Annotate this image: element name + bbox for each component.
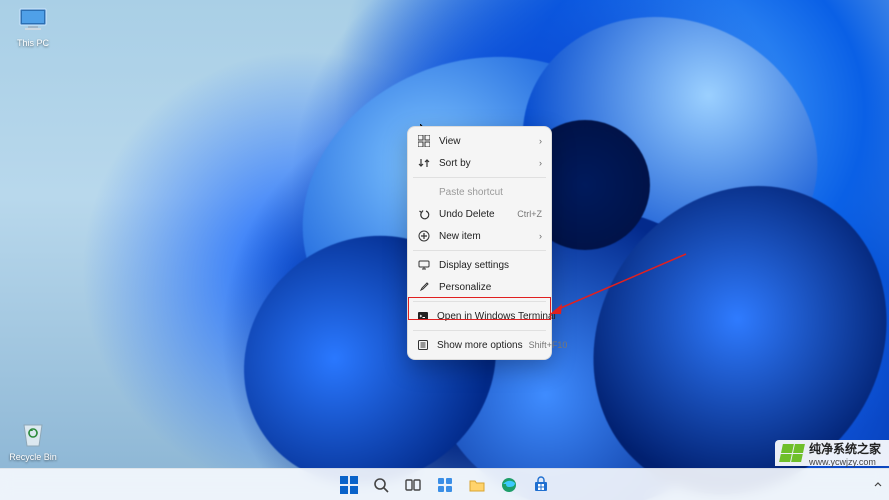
menu-label: View — [439, 136, 533, 147]
grid-icon — [417, 134, 431, 148]
chevron-right-icon: › — [539, 136, 542, 146]
task-view-button[interactable] — [399, 471, 427, 499]
menu-separator — [413, 330, 546, 331]
pc-icon — [17, 4, 49, 36]
chevron-right-icon: › — [539, 231, 542, 241]
menu-item-sort-by[interactable]: Sort by › — [411, 152, 548, 174]
menu-separator — [413, 250, 546, 251]
paste-icon — [417, 185, 431, 199]
edge-icon — [500, 476, 518, 494]
menu-label: Paste shortcut — [439, 187, 542, 198]
widgets-button[interactable] — [431, 471, 459, 499]
start-button[interactable] — [335, 471, 363, 499]
search-button[interactable] — [367, 471, 395, 499]
edge-button[interactable] — [495, 471, 523, 499]
desktop-icon-label: Recycle Bin — [4, 452, 62, 462]
taskbar-center — [335, 469, 555, 500]
plus-icon — [417, 229, 431, 243]
menu-label: New item — [439, 231, 533, 242]
menu-item-view[interactable]: View › — [411, 130, 548, 152]
task-view-icon — [404, 476, 422, 494]
watermark-text: 纯净系统之家 — [809, 440, 881, 457]
menu-accelerator: Ctrl+Z — [517, 209, 542, 219]
menu-separator — [413, 301, 546, 302]
menu-label: Open in Windows Terminal — [437, 311, 556, 322]
menu-label: Undo Delete — [439, 209, 511, 220]
watermark-url: www.ycwjzy.com — [809, 457, 881, 467]
display-icon — [417, 258, 431, 272]
folder-icon — [468, 476, 486, 494]
menu-label: Display settings — [439, 260, 542, 271]
taskbar — [0, 468, 889, 500]
menu-label: Show more options — [437, 340, 523, 351]
recycle-bin-icon — [17, 418, 49, 450]
widgets-icon — [436, 476, 454, 494]
desktop-context-menu: View › Sort by › Paste shortcut Undo Del… — [407, 126, 552, 360]
menu-item-undo-delete[interactable]: Undo Delete Ctrl+Z — [411, 203, 548, 225]
menu-label: Sort by — [439, 158, 533, 169]
desktop-icon-recycle-bin[interactable]: Recycle Bin — [4, 418, 62, 462]
undo-icon — [417, 207, 431, 221]
taskbar-system-tray[interactable] — [873, 469, 883, 500]
store-button[interactable] — [527, 471, 555, 499]
more-icon — [417, 338, 429, 352]
watermark-logo-icon — [779, 444, 805, 462]
desktop-icon-this-pc[interactable]: This PC — [4, 4, 62, 48]
tray-chevron-icon[interactable] — [873, 480, 883, 490]
menu-item-show-more-options[interactable]: Show more options Shift+F10 — [411, 334, 548, 356]
menu-accelerator: Shift+F10 — [529, 340, 568, 350]
brush-icon — [417, 280, 431, 294]
watermark: 纯净系统之家 www.ycwjzy.com — [775, 440, 889, 466]
search-icon — [372, 476, 390, 494]
menu-separator — [413, 177, 546, 178]
sort-icon — [417, 156, 431, 170]
terminal-icon — [417, 309, 429, 323]
menu-item-display-settings[interactable]: Display settings — [411, 254, 548, 276]
menu-item-personalize[interactable]: Personalize — [411, 276, 548, 298]
desktop-icon-label: This PC — [4, 38, 62, 48]
menu-item-open-terminal[interactable]: Open in Windows Terminal — [411, 305, 548, 327]
windows-logo-icon — [340, 476, 358, 494]
menu-item-new[interactable]: New item › — [411, 225, 548, 247]
menu-label: Personalize — [439, 282, 542, 293]
file-explorer-button[interactable] — [463, 471, 491, 499]
chevron-right-icon: › — [539, 158, 542, 168]
menu-item-paste-shortcut: Paste shortcut — [411, 181, 548, 203]
store-icon — [532, 476, 550, 494]
